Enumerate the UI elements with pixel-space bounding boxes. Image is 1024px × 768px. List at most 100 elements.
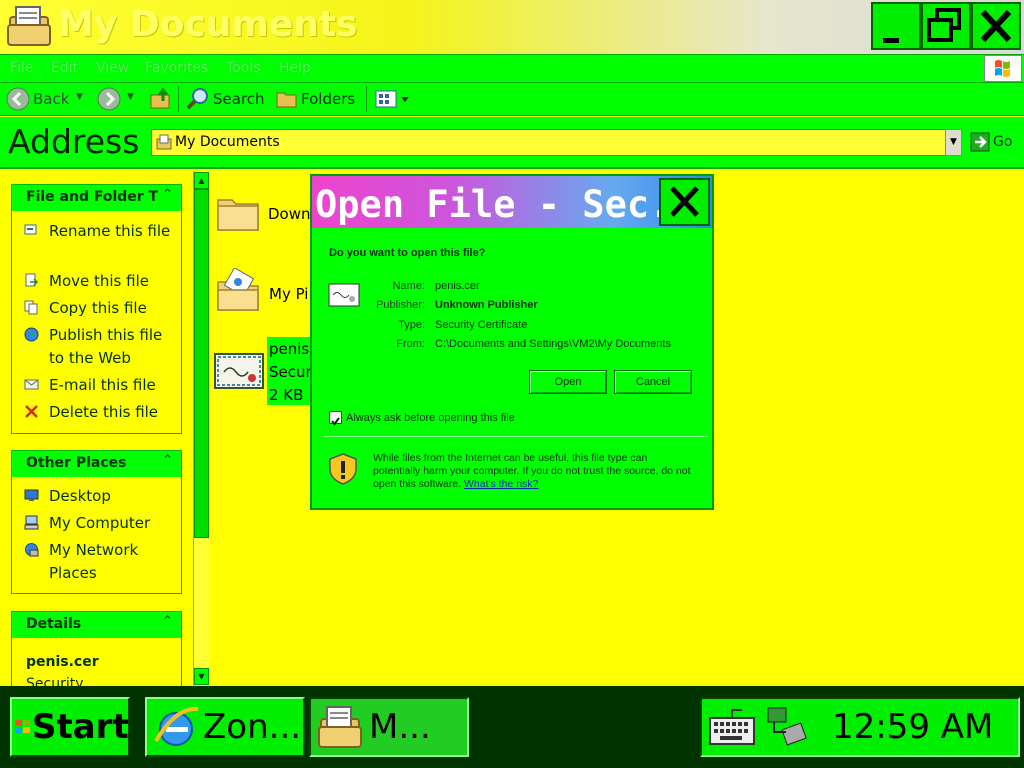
dialog-publisher-label: Publisher: (376, 299, 425, 311)
place-label: My Computer (49, 514, 151, 532)
back-button[interactable]: Back (33, 90, 69, 108)
details-panel: Details ⌃ penis.cer Security (11, 611, 182, 686)
file-label-cert-name[interactable]: penis. (269, 340, 314, 358)
certificate-icon[interactable] (214, 352, 264, 390)
collapse-chevron-icon[interactable]: ⌃ (162, 187, 173, 202)
menu-help[interactable]: Help (279, 60, 311, 76)
minimize-icon (883, 38, 899, 43)
ie-icon (152, 703, 200, 751)
computer-icon (24, 515, 39, 530)
place-label: My Network Places (49, 541, 139, 582)
file-label-my-pictures[interactable]: My Pi (269, 285, 308, 303)
clock[interactable]: 12:59 AM (832, 707, 993, 747)
file-label-cert-size: 2 KB (269, 386, 304, 404)
desktop-icon (24, 489, 39, 501)
always-ask-label[interactable]: Always ask before opening this file (346, 412, 515, 424)
cancel-button[interactable]: Cancel (614, 370, 692, 394)
menu-file[interactable]: File (10, 60, 33, 76)
file-label-cert-type: Secur (269, 363, 312, 381)
warning-line-1: While files from the Internet can be use… (373, 452, 648, 464)
go-button[interactable]: Go (993, 134, 1012, 150)
start-label: Start (32, 707, 129, 747)
panel-header[interactable]: File and Folder T ⌃ (12, 185, 181, 211)
keyboard-icon[interactable] (708, 706, 756, 748)
other-places-panel: Other Places ⌃ Desktop My Computer My Ne… (11, 450, 182, 594)
dialog-separator (324, 436, 708, 437)
menu-tools[interactable]: Tools (226, 60, 261, 76)
scroll-thumb[interactable] (194, 189, 209, 538)
network-connection-icon[interactable] (764, 704, 808, 748)
dialog-close-button[interactable] (659, 178, 710, 226)
file-folder-tasks-panel: File and Folder T ⌃ Rename this file Mov… (11, 184, 182, 434)
restore-icon (927, 8, 961, 42)
back-dropdown-icon[interactable]: ▼ (76, 92, 83, 102)
dialog-publisher-value: Unknown Publisher (435, 299, 538, 311)
window-title: My Documents (58, 4, 358, 45)
envelope-icon (24, 379, 39, 390)
scroll-down-icon[interactable]: ▼ (194, 668, 209, 685)
place-label: Desktop (49, 487, 111, 505)
delete-x-icon (25, 405, 38, 418)
dialog-from-value: C:\Documents and Settings\VM2\My Documen… (435, 338, 671, 350)
task-label: Publish this file to the Web (49, 326, 163, 367)
folder-icon[interactable] (216, 190, 260, 234)
windows-logo-icon (984, 55, 1022, 82)
toolbar-separator (366, 86, 367, 112)
panel-header[interactable]: Other Places ⌃ (12, 451, 181, 477)
open-button[interactable]: Open (529, 370, 607, 394)
checkmark-icon (331, 417, 340, 426)
dialog-from-label: From: (396, 338, 425, 350)
task-label: Copy this file (49, 299, 147, 317)
close-icon (670, 186, 699, 217)
dialog-question: Do you want to open this file? (329, 247, 486, 259)
views-icon[interactable] (375, 89, 413, 109)
close-icon (980, 9, 1012, 43)
menu-edit[interactable]: Edit (51, 60, 78, 76)
move-icon (25, 273, 39, 287)
panel-title: File and Folder T (26, 189, 159, 205)
restore-button[interactable] (921, 2, 971, 50)
whats-the-risk-link[interactable]: What's the risk? (464, 478, 538, 490)
dialog-title: Open File - Sec... (315, 183, 716, 226)
panel-title: Other Places (26, 455, 127, 471)
task-label: Move this file (49, 272, 149, 290)
menu-favorites[interactable]: Favorites (145, 60, 208, 76)
explorer-app-icon (4, 3, 52, 49)
windows-flag-icon (14, 712, 32, 742)
menu-view[interactable]: View (96, 60, 129, 76)
go-arrow-icon[interactable] (970, 132, 990, 152)
toolbar-separator (178, 86, 179, 112)
forward-dropdown-icon[interactable]: ▼ (127, 92, 134, 102)
explorer-icon (315, 703, 363, 751)
task-label: E-mail this file (49, 376, 156, 394)
back-arrow-icon[interactable] (6, 87, 30, 111)
collapse-chevron-icon[interactable]: ⌃ (162, 614, 173, 629)
warning-line-3: open this software. (373, 478, 462, 490)
search-button[interactable]: Search (213, 90, 265, 108)
up-folder-icon[interactable] (149, 87, 173, 111)
file-label-downloads[interactable]: Downl (268, 205, 315, 223)
minimize-button[interactable] (871, 2, 921, 50)
scroll-up-icon[interactable]: ▲ (194, 172, 209, 189)
pictures-folder-icon[interactable] (216, 267, 262, 314)
folders-button[interactable]: Folders (301, 90, 355, 108)
details-filename: penis.cer (26, 654, 99, 670)
dialog-name-label: Name: (392, 280, 425, 292)
close-button[interactable] (971, 2, 1021, 50)
collapse-chevron-icon[interactable]: ⌃ (162, 453, 173, 468)
address-dropdown-icon[interactable]: ▼ (945, 129, 962, 156)
security-shield-icon (328, 452, 358, 486)
search-icon[interactable] (186, 87, 210, 111)
panel-header[interactable]: Details ⌃ (12, 612, 181, 638)
globe-icon (24, 327, 39, 342)
network-icon (25, 543, 39, 557)
task-label: Rename this file (49, 222, 171, 240)
dialog-type-value: Security Certificate (435, 319, 528, 331)
panel-title: Details (26, 616, 82, 632)
always-ask-checkbox[interactable] (329, 411, 342, 426)
address-value[interactable]: My Documents (175, 134, 280, 150)
dialog-name-value: penis.cer (435, 280, 480, 292)
forward-arrow-icon[interactable] (97, 87, 121, 111)
folders-icon[interactable] (275, 87, 299, 111)
rename-icon (24, 224, 37, 235)
